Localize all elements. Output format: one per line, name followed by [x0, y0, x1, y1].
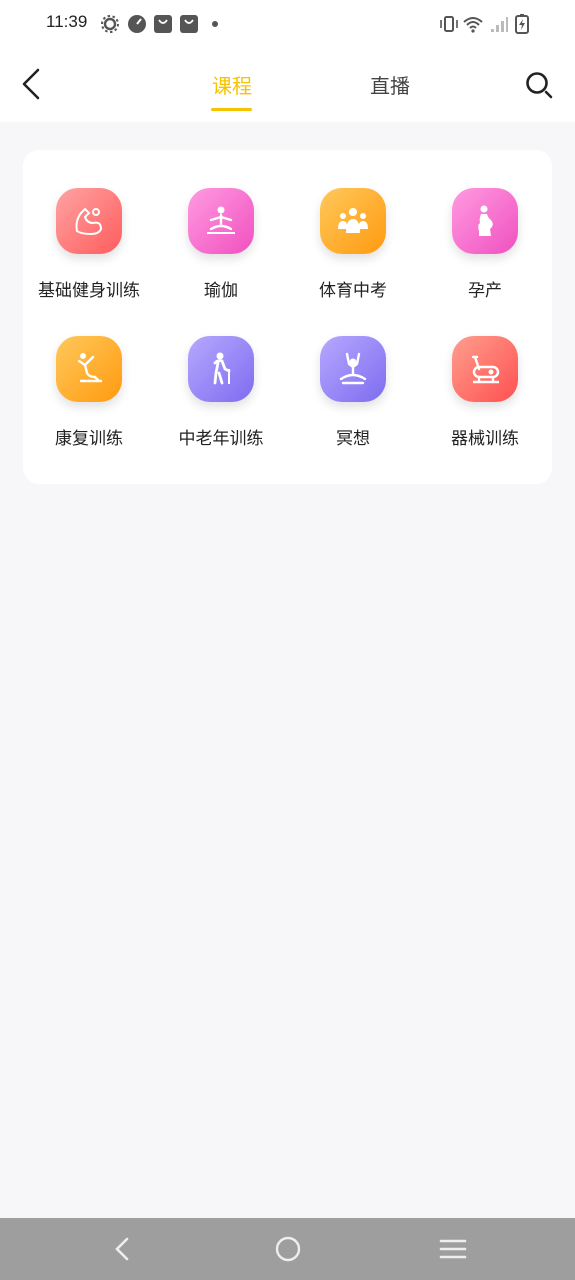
system-nav-bar: [0, 1218, 575, 1280]
dot-icon: [212, 21, 218, 27]
category-elderly[interactable]: 中老年训练: [155, 336, 287, 476]
pregnant-icon: [478, 205, 493, 236]
exercise-bike-icon: [471, 355, 500, 384]
search-icon[interactable]: [524, 70, 554, 100]
battery-charging-icon: [515, 14, 529, 34]
wifi-icon: [463, 17, 483, 33]
category-maternity[interactable]: 孕产: [419, 188, 551, 328]
category-card: 基础健身训练 瑜伽 体育中考 孕产 康复训练 中老年训练 冥想 器械训练: [23, 150, 552, 484]
top-nav: 课程 直播: [0, 48, 575, 122]
category-label: 孕产: [468, 281, 502, 301]
category-icon-tile: [320, 336, 386, 402]
category-icon-tile: [320, 188, 386, 254]
category-meditation[interactable]: 冥想: [287, 336, 419, 476]
meditation-icon: [339, 352, 367, 385]
stretch-icon: [77, 353, 103, 383]
category-icon-tile: [452, 188, 518, 254]
shopping-bag-icon: [180, 15, 198, 33]
category-icon-tile: [188, 188, 254, 254]
back-icon[interactable]: [18, 66, 48, 102]
nav-home-icon[interactable]: [273, 1234, 303, 1264]
category-label: 冥想: [336, 429, 370, 449]
category-label: 器械训练: [451, 429, 519, 449]
category-rehab[interactable]: 康复训练: [23, 336, 155, 476]
muscle-arm-icon: [75, 207, 103, 236]
category-icon-tile: [56, 188, 122, 254]
signal-icon: [491, 17, 508, 32]
shopping-bag-icon: [154, 15, 172, 33]
elderly-cane-icon: [213, 352, 231, 385]
category-icon-tile: [188, 336, 254, 402]
category-label: 体育中考: [319, 281, 387, 301]
category-equipment[interactable]: 器械训练: [419, 336, 551, 476]
yoga-pose-icon: [207, 206, 235, 234]
category-basic-fitness[interactable]: 基础健身训练: [23, 188, 155, 328]
status-bar: 11:39: [0, 0, 575, 48]
category-pe-exam[interactable]: 体育中考: [287, 188, 419, 328]
category-yoga[interactable]: 瑜伽: [155, 188, 287, 328]
group-students-icon: [338, 208, 368, 233]
nav-back-icon[interactable]: [108, 1234, 138, 1264]
category-icon-tile: [56, 336, 122, 402]
settings-icon: [101, 15, 119, 33]
tab-live[interactable]: 直播: [370, 70, 410, 99]
category-label: 瑜伽: [204, 281, 238, 301]
status-time: 11:39: [46, 12, 88, 31]
speedometer-icon: [128, 15, 146, 33]
tab-active-indicator: [211, 108, 252, 111]
category-label: 康复训练: [55, 429, 123, 449]
vibrate-icon: [440, 16, 458, 32]
nav-menu-icon[interactable]: [438, 1234, 468, 1264]
category-label: 中老年训练: [178, 429, 264, 449]
tab-course[interactable]: 课程: [212, 70, 252, 99]
category-label: 基础健身训练: [38, 281, 140, 301]
category-icon-tile: [452, 336, 518, 402]
